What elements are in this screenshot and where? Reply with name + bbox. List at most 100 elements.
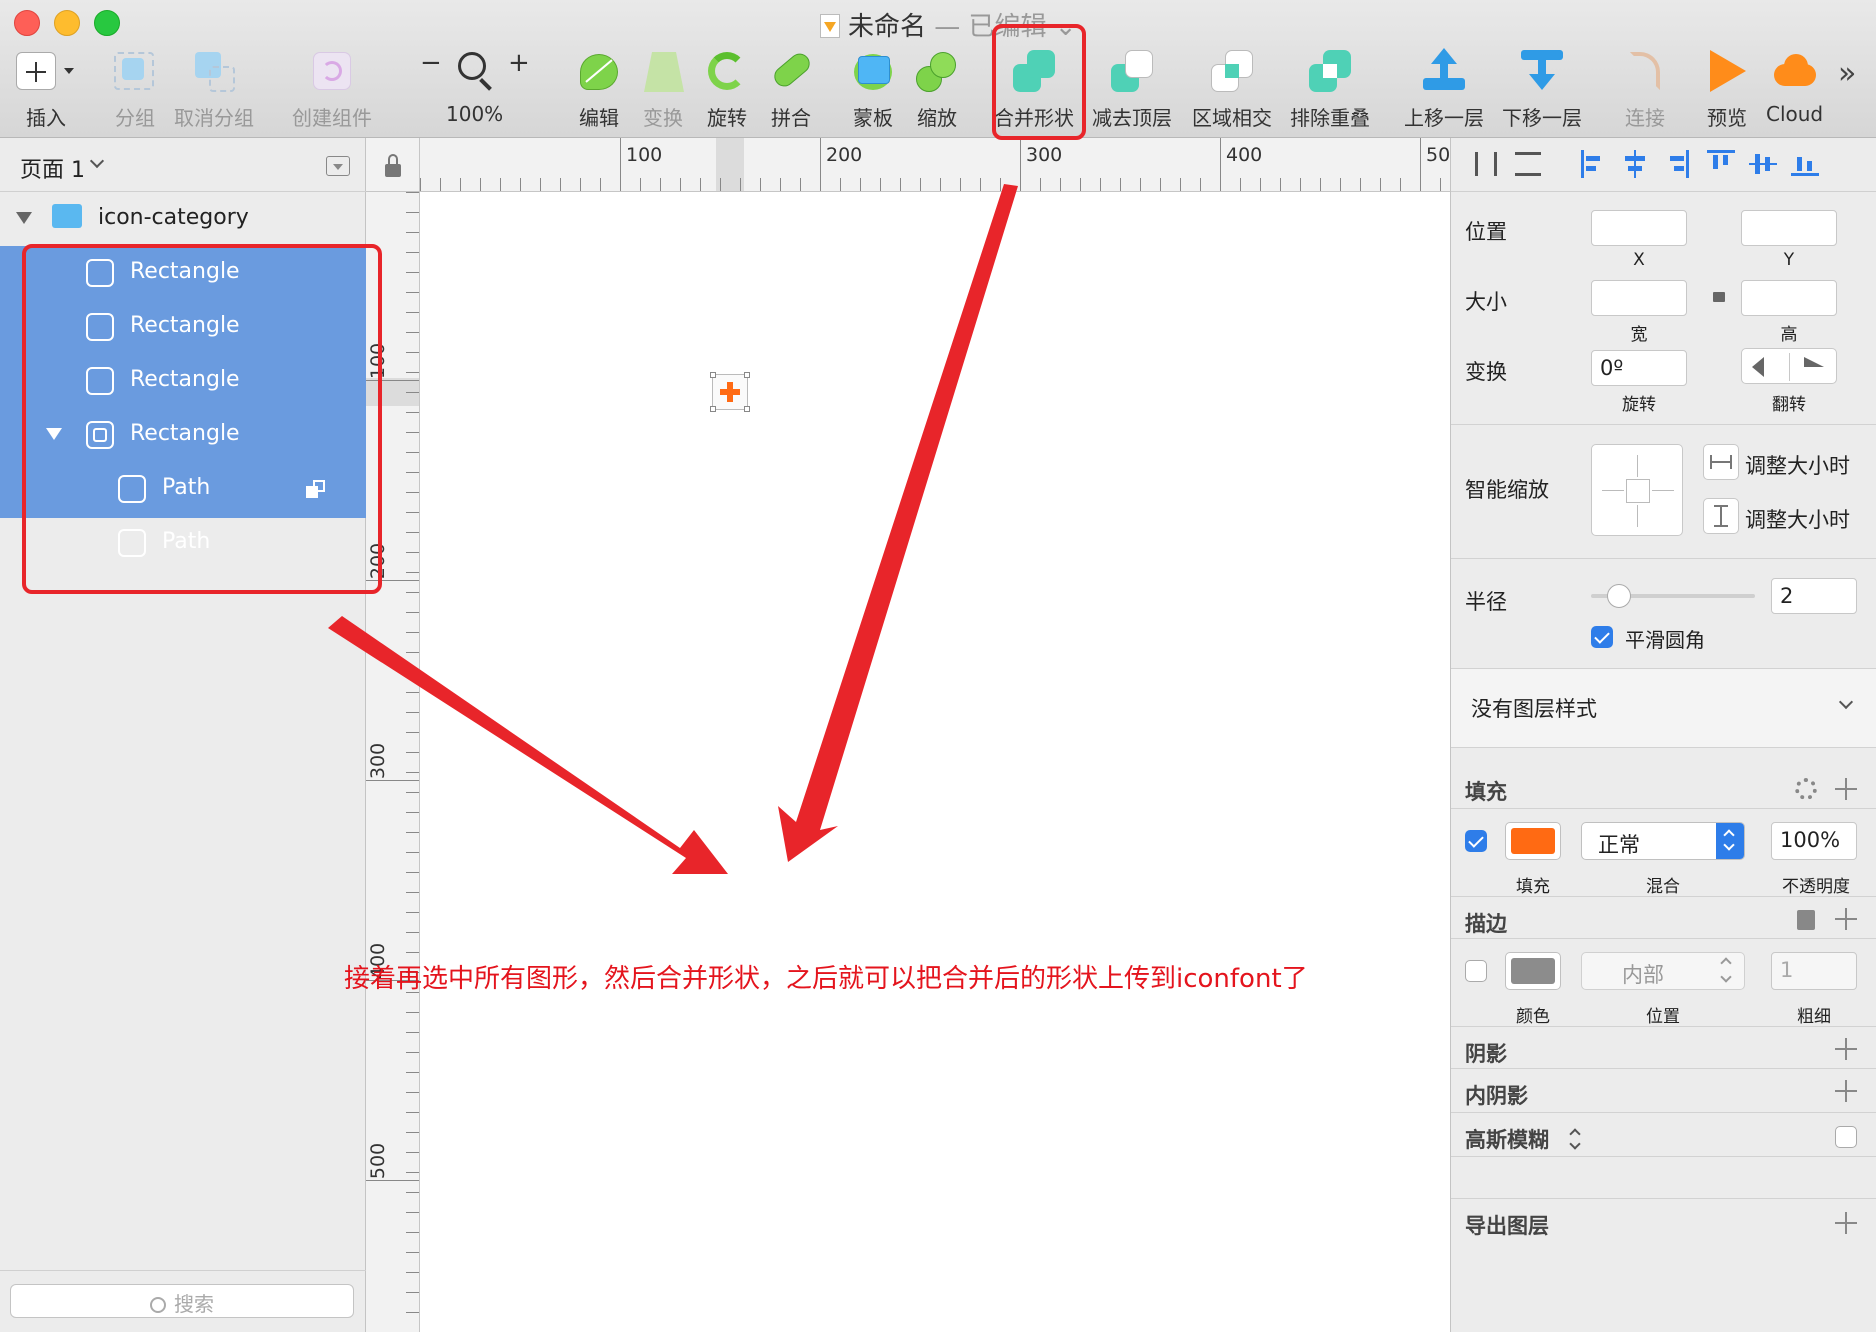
border-thickness-field[interactable]: 1 (1771, 952, 1857, 990)
add-fill-button[interactable] (1835, 778, 1857, 800)
folder-icon (52, 204, 82, 228)
chevron-down-icon[interactable] (1569, 1138, 1581, 1150)
zoom-level[interactable]: 100% (446, 48, 503, 126)
edit-shape-icon (576, 48, 622, 94)
chevron-up-icon (1720, 957, 1732, 969)
bring-forward-button[interactable]: 上移一层 (1404, 48, 1484, 131)
alignment-bar (1451, 138, 1876, 192)
transform-button[interactable]: 变换 (640, 48, 686, 131)
link-icon (1622, 48, 1668, 94)
cloud-icon (1772, 48, 1818, 94)
distribute-vertical-icon[interactable] (1515, 152, 1541, 176)
subtract-button[interactable]: 减去顶层 (1092, 48, 1172, 131)
add-export-button[interactable] (1835, 1212, 1857, 1234)
trash-icon[interactable] (1797, 910, 1815, 930)
insert-button[interactable]: 插入 (16, 48, 76, 131)
smooth-corners-checkbox[interactable] (1591, 626, 1613, 648)
page-selector[interactable]: 页面 1 (0, 138, 366, 192)
zoom-in-button[interactable]: + (508, 48, 530, 78)
flip-buttons (1741, 348, 1837, 384)
subtract-icon (1109, 48, 1155, 94)
disclosure-triangle-icon[interactable] (16, 212, 32, 224)
selected-icon-shape[interactable] (708, 370, 752, 414)
blur-enabled-checkbox[interactable] (1835, 1126, 1857, 1148)
opacity-field[interactable]: 100% (1771, 822, 1857, 860)
align-left-icon[interactable] (1581, 150, 1603, 178)
mask-icon (850, 48, 896, 94)
lock-proportions-icon[interactable] (1713, 292, 1725, 302)
cloud-button[interactable]: Cloud (1766, 48, 1823, 126)
fill-enabled-checkbox[interactable] (1465, 830, 1487, 852)
align-top-icon[interactable] (1707, 150, 1735, 174)
difference-button[interactable]: 排除重叠 (1290, 48, 1370, 131)
border-position-select[interactable]: 内部 (1581, 952, 1745, 990)
ungroup-button[interactable]: 取消分组 (174, 48, 254, 131)
canvas[interactable] (420, 192, 1450, 1332)
resizing-constraint-widget[interactable] (1591, 444, 1683, 536)
ruler-tick-label: 50 (1426, 144, 1450, 166)
zoom-window-button[interactable] (94, 10, 120, 36)
x-position-field[interactable] (1591, 210, 1687, 246)
plus-icon (16, 52, 56, 90)
add-border-button[interactable] (1835, 908, 1857, 930)
zoom-out-button[interactable]: − (420, 48, 442, 78)
rotation-field[interactable]: 0º (1591, 350, 1687, 386)
distribute-horizontal-icon[interactable] (1475, 152, 1497, 176)
fixed-width-icon[interactable] (1703, 444, 1739, 480)
add-shadow-button[interactable] (1835, 1038, 1857, 1060)
ruler-tick-label: 400 (1226, 144, 1263, 166)
add-inner-shadow-button[interactable] (1835, 1080, 1857, 1102)
minimize-window-button[interactable] (54, 10, 80, 36)
more-toolbar-button[interactable]: » (1838, 56, 1856, 91)
toolbar: 未命名 — 已编辑 ⌄ 插入 分组 取消分组 创建组件 − 100% + 编辑 … (0, 0, 1876, 138)
flatten-button[interactable]: 拼合 (768, 48, 814, 131)
collapse-pages-icon[interactable] (326, 156, 350, 176)
stepper-icon (1716, 823, 1744, 859)
ruler-lock[interactable] (366, 138, 420, 192)
flip-vertical-icon[interactable] (1804, 357, 1824, 367)
width-field[interactable] (1591, 280, 1687, 316)
fill-color-swatch[interactable] (1505, 822, 1561, 860)
chevron-down-icon (89, 153, 105, 169)
group-icon (112, 48, 158, 94)
arrow-down-icon (1519, 48, 1565, 94)
layer-group-row[interactable]: icon-category (0, 192, 366, 246)
y-position-field[interactable] (1741, 210, 1837, 246)
group-button[interactable]: 分组 (112, 48, 158, 131)
preview-icon (1704, 48, 1750, 94)
gear-icon[interactable] (1795, 778, 1817, 800)
align-right-icon[interactable] (1667, 150, 1689, 178)
border-enabled-checkbox[interactable] (1465, 960, 1487, 982)
edit-button[interactable]: 编辑 (576, 48, 622, 131)
flip-horizontal-icon[interactable] (1752, 357, 1764, 377)
border-color-swatch[interactable] (1505, 952, 1561, 990)
link-button[interactable]: 连接 (1622, 48, 1668, 131)
rotate-button[interactable]: 旋转 (704, 48, 750, 131)
scale-button[interactable]: 缩放 (914, 48, 960, 131)
preview-button[interactable]: 预览 (1704, 48, 1750, 131)
fixed-height-icon[interactable] (1703, 498, 1739, 534)
mask-button[interactable]: 蒙板 (850, 48, 896, 131)
create-symbol-button[interactable]: 创建组件 (292, 48, 372, 131)
layer-style-selector[interactable]: 没有图层样式 (1451, 669, 1876, 747)
ungroup-icon (191, 48, 237, 94)
align-center-icon[interactable] (1623, 150, 1647, 178)
intersect-button[interactable]: 区域相交 (1192, 48, 1272, 131)
flatten-icon (768, 48, 814, 94)
align-middle-icon[interactable] (1749, 150, 1777, 178)
magnifier-icon (452, 48, 498, 94)
inspector-panel: 位置 X Y 大小 宽 高 变换 0º 旋转 翻转 智能缩放 调整大小时 调整大… (1450, 138, 1876, 1332)
difference-icon (1307, 48, 1353, 94)
height-field[interactable] (1741, 280, 1837, 316)
ruler-tick-label: 200 (826, 144, 863, 166)
radius-slider-handle[interactable] (1607, 584, 1631, 608)
intersect-icon (1209, 48, 1255, 94)
blend-mode-select[interactable]: 正常 (1581, 822, 1745, 860)
radius-field[interactable]: 2 (1771, 578, 1857, 614)
align-bottom-icon[interactable] (1791, 150, 1819, 176)
close-window-button[interactable] (14, 10, 40, 36)
send-backward-button[interactable]: 下移一层 (1502, 48, 1582, 131)
layer-search-input[interactable]: 搜索 (10, 1284, 354, 1318)
rotate-icon (704, 48, 750, 94)
ruler-tick-label: 300 (1026, 144, 1063, 166)
